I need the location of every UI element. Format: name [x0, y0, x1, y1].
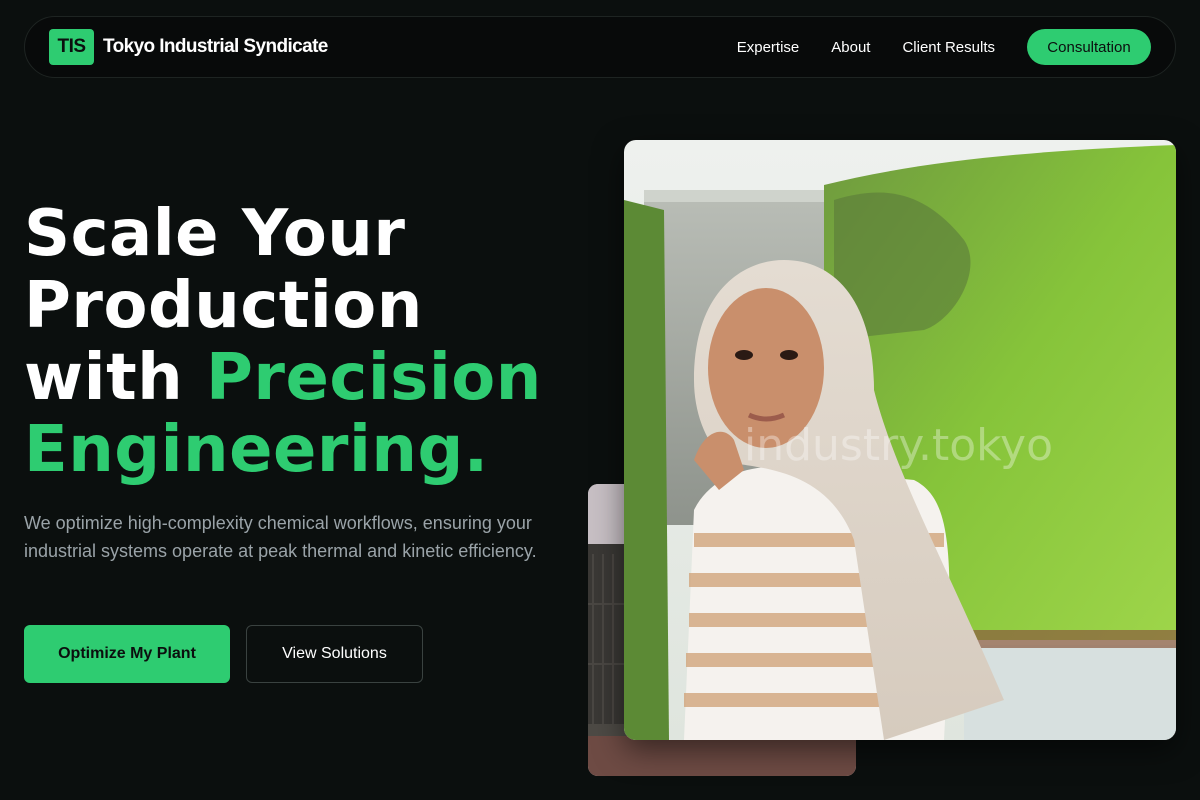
hero-title-accent-engineering: Engineering.	[24, 413, 489, 487]
brand-name[interactable]: Tokyo Industrial Syndicate	[103, 36, 328, 58]
hero-title-line1: Scale Your	[24, 197, 406, 271]
hero-title-line2: Production	[24, 269, 423, 343]
nav-link-about[interactable]: About	[831, 39, 870, 56]
nav-link-expertise[interactable]: Expertise	[737, 39, 800, 56]
hero-title-accent-precision: Precision	[206, 341, 542, 415]
image-watermark: industry.tokyo	[744, 420, 1053, 471]
hero-description: We optimize high-complexity chemical wor…	[24, 513, 537, 561]
hero-title: Scale Your Production with Precision Eng…	[24, 198, 542, 486]
brand[interactable]: TIS Tokyo Industrial Syndicate	[49, 29, 328, 65]
optimize-my-plant-button[interactable]: Optimize My Plant	[24, 625, 230, 683]
consultation-button[interactable]: Consultation	[1027, 29, 1151, 65]
nav-links: Expertise About Client Results Consultat…	[737, 29, 1151, 65]
hero-title-line3: with	[24, 341, 206, 415]
view-solutions-button[interactable]: View Solutions	[246, 625, 423, 683]
nav-link-client-results[interactable]: Client Results	[902, 39, 995, 56]
hero-photo: industry.tokyo	[624, 140, 1176, 740]
brand-logo[interactable]: TIS	[49, 29, 94, 65]
navbar: TIS Tokyo Industrial Syndicate Expertise…	[24, 16, 1176, 78]
